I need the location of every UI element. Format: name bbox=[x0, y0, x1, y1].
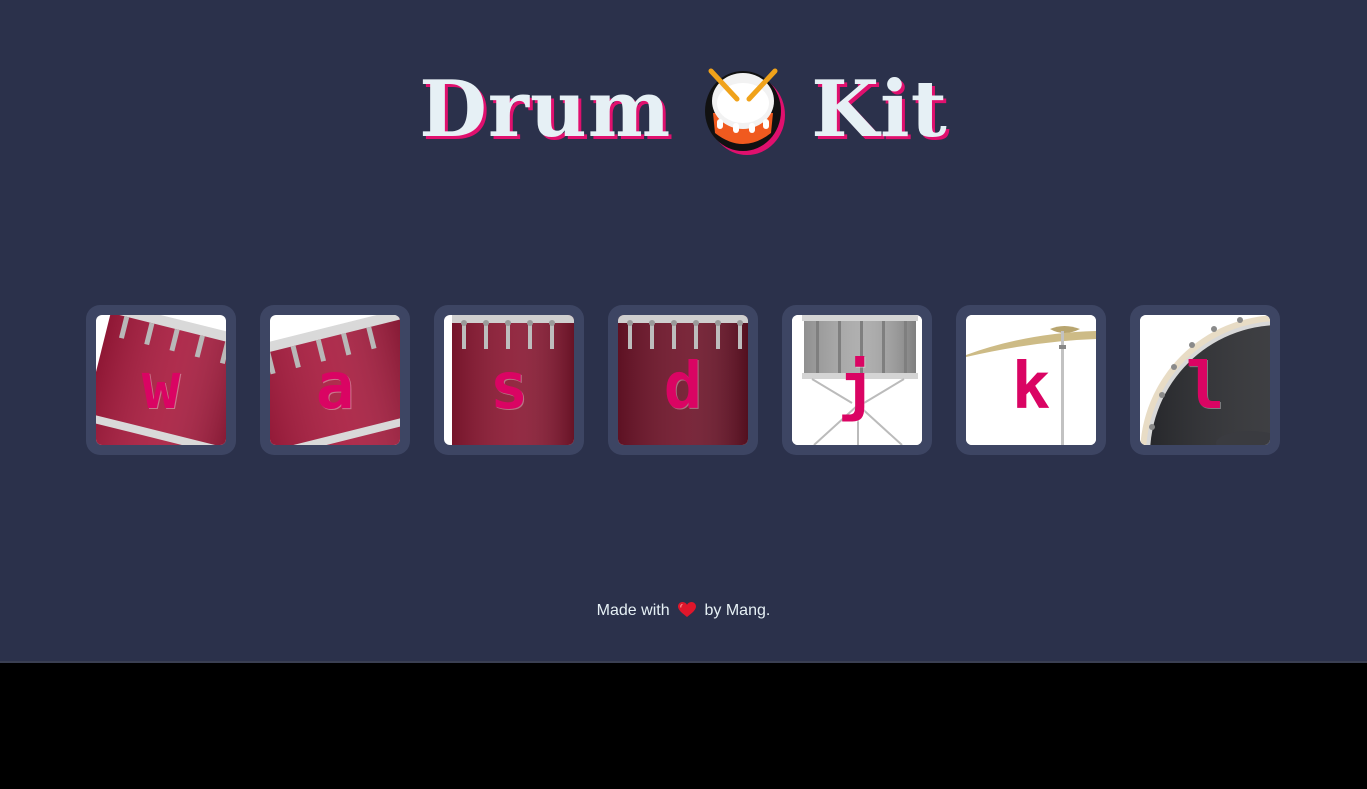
drum-key-label: w bbox=[141, 350, 181, 424]
title-drum: Drum bbox=[419, 64, 672, 155]
drum-face: s bbox=[444, 315, 574, 445]
drum-button-k[interactable]: k bbox=[956, 305, 1106, 455]
drum-button-a[interactable]: a bbox=[260, 305, 410, 455]
drum-button-l[interactable]: l bbox=[1130, 305, 1280, 455]
drum-buttons: w a s d j k l bbox=[86, 305, 1280, 455]
drum-button-j[interactable]: j bbox=[782, 305, 932, 455]
drum-button-w[interactable]: w bbox=[86, 305, 236, 455]
drum-kit-page: Drum Kit w a s d j k l Made with by Mang… bbox=[0, 0, 1367, 663]
drum-button-d[interactable]: d bbox=[608, 305, 758, 455]
drum-key-label: s bbox=[489, 350, 529, 424]
drum-face: w bbox=[96, 315, 226, 445]
drum-face: l bbox=[1140, 315, 1270, 445]
footer-made-with: Made with bbox=[596, 602, 670, 619]
drum-face: k bbox=[966, 315, 1096, 445]
drum-face: a bbox=[270, 315, 400, 445]
drum-face: j bbox=[792, 315, 922, 445]
heart-icon bbox=[678, 602, 697, 617]
drum-face: d bbox=[618, 315, 748, 445]
title-kit: Kit bbox=[811, 64, 948, 155]
drum-icon bbox=[705, 68, 786, 155]
page-title: Drum Kit bbox=[0, 60, 1367, 160]
drum-button-s[interactable]: s bbox=[434, 305, 584, 455]
drum-key-label: l bbox=[1185, 350, 1225, 424]
footer: Made with by Mang. bbox=[0, 600, 1367, 622]
drum-key-label: d bbox=[663, 350, 703, 424]
footer-author: by Mang. bbox=[704, 602, 771, 619]
drum-key-label: j bbox=[837, 350, 877, 424]
drum-key-label: k bbox=[1011, 350, 1051, 424]
drum-key-label: a bbox=[315, 350, 355, 424]
page-bottom-divider bbox=[0, 661, 1367, 663]
